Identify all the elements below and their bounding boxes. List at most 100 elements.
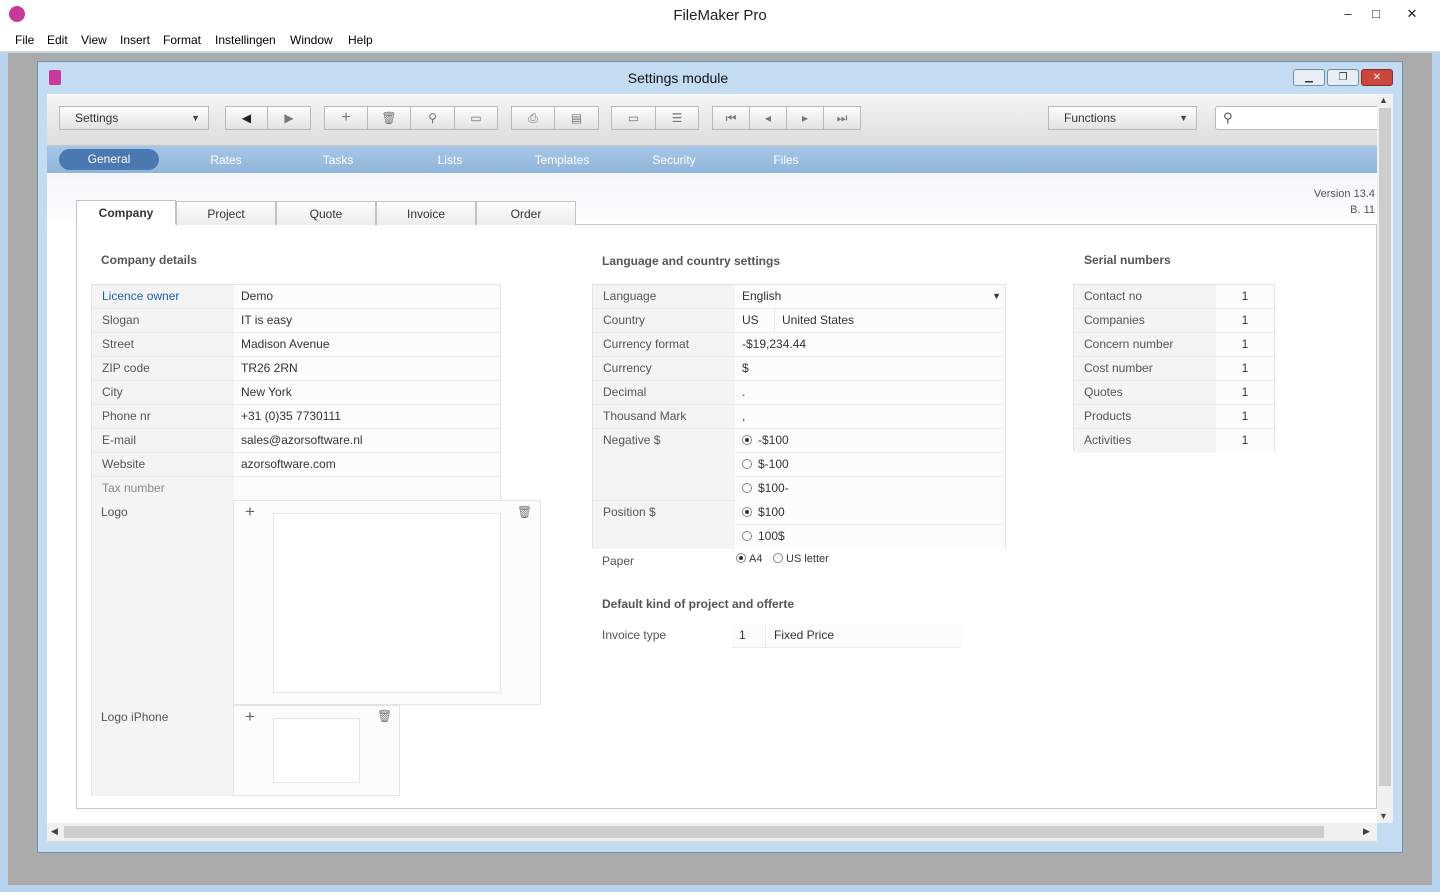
window-minimize-button[interactable]: ▁ bbox=[1293, 69, 1325, 86]
vertical-scroll-thumb[interactable] bbox=[1379, 108, 1391, 786]
add-logo-iphone-icon[interactable]: + bbox=[245, 707, 255, 727]
list-view-button[interactable]: ☰ bbox=[655, 106, 699, 130]
tab-company[interactable]: Company bbox=[76, 200, 176, 225]
logo-label-column bbox=[91, 501, 234, 796]
functions-select[interactable]: Functions ▼ bbox=[1048, 106, 1197, 130]
phone-field[interactable]: +31 (0)35 7730111 bbox=[234, 405, 500, 428]
slogan-field[interactable]: IT is easy bbox=[234, 309, 500, 332]
last-record-button[interactable]: ⏭ bbox=[823, 106, 861, 130]
window-close-button[interactable]: ✕ bbox=[1361, 69, 1393, 86]
zip-code-field[interactable]: TR26 2RN bbox=[234, 357, 500, 380]
serial-value[interactable]: 1 bbox=[1216, 285, 1274, 308]
paper-us-letter-option[interactable]: US letter bbox=[773, 553, 829, 565]
city-field[interactable]: New York bbox=[234, 381, 500, 404]
add-logo-icon[interactable]: + bbox=[245, 502, 255, 522]
tab-project[interactable]: Project bbox=[176, 201, 276, 225]
currency-field[interactable]: $ bbox=[735, 357, 1005, 380]
nav-templates[interactable]: Templates bbox=[512, 153, 612, 167]
email-field[interactable]: sales@azorsoftware.nl bbox=[234, 429, 500, 452]
serial-value[interactable]: 1 bbox=[1216, 309, 1274, 332]
layout-select[interactable]: Settings ▼ bbox=[59, 106, 209, 130]
menu-instellingen[interactable]: Instellingen bbox=[215, 33, 276, 47]
scroll-up-icon[interactable]: ▲ bbox=[1379, 95, 1388, 105]
scroll-right-icon[interactable]: ▶ bbox=[1363, 826, 1370, 837]
nav-rates[interactable]: Rates bbox=[176, 153, 276, 167]
country-code-field[interactable]: US bbox=[735, 309, 775, 332]
minimize-icon[interactable]: – bbox=[1333, 3, 1363, 25]
invoice-type-name[interactable]: Fixed Price bbox=[766, 624, 961, 647]
paper-a4-label: A4 bbox=[749, 553, 763, 565]
next-button[interactable]: ▶ bbox=[267, 106, 311, 130]
country-name-field[interactable]: United States bbox=[775, 309, 1005, 332]
website-label: Website bbox=[92, 453, 234, 476]
invoice-type-code[interactable]: 1 bbox=[732, 624, 766, 647]
website-field[interactable]: azorsoftware.com bbox=[234, 453, 500, 476]
paper-us-letter-label: US letter bbox=[786, 553, 829, 565]
serial-value[interactable]: 1 bbox=[1216, 357, 1274, 380]
export-icon: ▤ bbox=[570, 111, 583, 125]
currency-format-field[interactable]: -$19,234.44 bbox=[735, 333, 1005, 356]
logo-image[interactable] bbox=[273, 513, 501, 693]
negative-option-2[interactable]: $-100 bbox=[735, 453, 1005, 477]
scroll-left-icon[interactable]: ◀ bbox=[51, 826, 58, 837]
menu-insert[interactable]: Insert bbox=[120, 33, 150, 47]
negative-option-3-label: $100- bbox=[758, 481, 789, 495]
negative-option-1[interactable]: -$100 bbox=[735, 429, 1005, 453]
nav-files[interactable]: Files bbox=[736, 153, 836, 167]
logo-iphone-image[interactable] bbox=[273, 718, 360, 783]
serial-value[interactable]: 1 bbox=[1216, 405, 1274, 428]
tab-order[interactable]: Order bbox=[476, 201, 576, 225]
magnifier-icon: ⚲ bbox=[428, 111, 437, 125]
prev-record-button[interactable]: ◂ bbox=[749, 106, 787, 130]
serial-value[interactable]: 1 bbox=[1216, 429, 1274, 453]
paper-a4-option[interactable]: A4 bbox=[736, 553, 762, 565]
chevron-down-icon: ▼ bbox=[1179, 113, 1188, 123]
show-all-button[interactable]: ▭ bbox=[454, 106, 498, 130]
new-record-button[interactable]: + bbox=[324, 106, 368, 130]
search-input[interactable]: ⚲ bbox=[1215, 106, 1377, 130]
serial-value[interactable]: 1 bbox=[1216, 381, 1274, 404]
nav-general[interactable]: General bbox=[59, 149, 159, 170]
maximize-icon[interactable]: □ bbox=[1361, 3, 1391, 25]
delete-logo-icon[interactable]: 🗑 bbox=[517, 505, 532, 519]
menu-edit[interactable]: Edit bbox=[47, 33, 68, 47]
serial-numbers-heading: Serial numbers bbox=[1084, 253, 1171, 267]
first-record-button[interactable]: ⏮ bbox=[712, 106, 750, 130]
negative-option-3[interactable]: $100- bbox=[735, 477, 1005, 501]
street-field[interactable]: Madison Avenue bbox=[234, 333, 500, 356]
scroll-down-icon[interactable]: ▼ bbox=[1379, 811, 1388, 821]
export-button[interactable]: ▤ bbox=[554, 106, 599, 130]
language-select[interactable]: English ▼ bbox=[735, 285, 1005, 308]
nav-lists[interactable]: Lists bbox=[400, 153, 500, 167]
nav-security[interactable]: Security bbox=[624, 153, 724, 167]
find-button[interactable]: ⚲ bbox=[410, 106, 455, 130]
nav-tasks[interactable]: Tasks bbox=[288, 153, 388, 167]
menu-window[interactable]: Window bbox=[290, 33, 333, 47]
tax-number-field[interactable] bbox=[234, 477, 500, 501]
thousand-mark-field[interactable]: , bbox=[735, 405, 1005, 428]
next-record-button[interactable]: ▸ bbox=[786, 106, 824, 130]
position-option-2[interactable]: 100$ bbox=[735, 525, 1005, 549]
menu-help[interactable]: Help bbox=[348, 33, 373, 47]
menu-format[interactable]: Format bbox=[163, 33, 201, 47]
delete-logo-iphone-icon[interactable]: 🗑 bbox=[377, 709, 392, 723]
tab-quote[interactable]: Quote bbox=[276, 201, 376, 225]
serial-value[interactable]: 1 bbox=[1216, 333, 1274, 356]
tab-invoice[interactable]: Invoice bbox=[376, 201, 476, 225]
window-restore-button[interactable]: ❐ bbox=[1327, 69, 1359, 86]
delete-record-button[interactable]: 🗑 bbox=[367, 106, 411, 130]
menu-file[interactable]: File bbox=[15, 33, 34, 47]
horizontal-scroll-thumb[interactable] bbox=[64, 826, 1324, 838]
position-option-2-label: 100$ bbox=[758, 529, 785, 543]
licence-owner-field[interactable]: Demo bbox=[234, 285, 500, 308]
position-option-1[interactable]: $100 bbox=[735, 501, 1005, 525]
close-icon[interactable]: ✕ bbox=[1397, 3, 1427, 25]
print-button[interactable]: ⎙ bbox=[511, 106, 555, 130]
decimal-label: Decimal bbox=[593, 381, 735, 404]
decimal-field[interactable]: . bbox=[735, 381, 1005, 404]
previous-button[interactable]: ◀ bbox=[225, 106, 268, 130]
serial-label: Products bbox=[1074, 405, 1216, 428]
form-view-button[interactable]: ▭ bbox=[611, 106, 656, 130]
menu-view[interactable]: View bbox=[81, 33, 107, 47]
radio-selected-icon bbox=[742, 435, 752, 445]
